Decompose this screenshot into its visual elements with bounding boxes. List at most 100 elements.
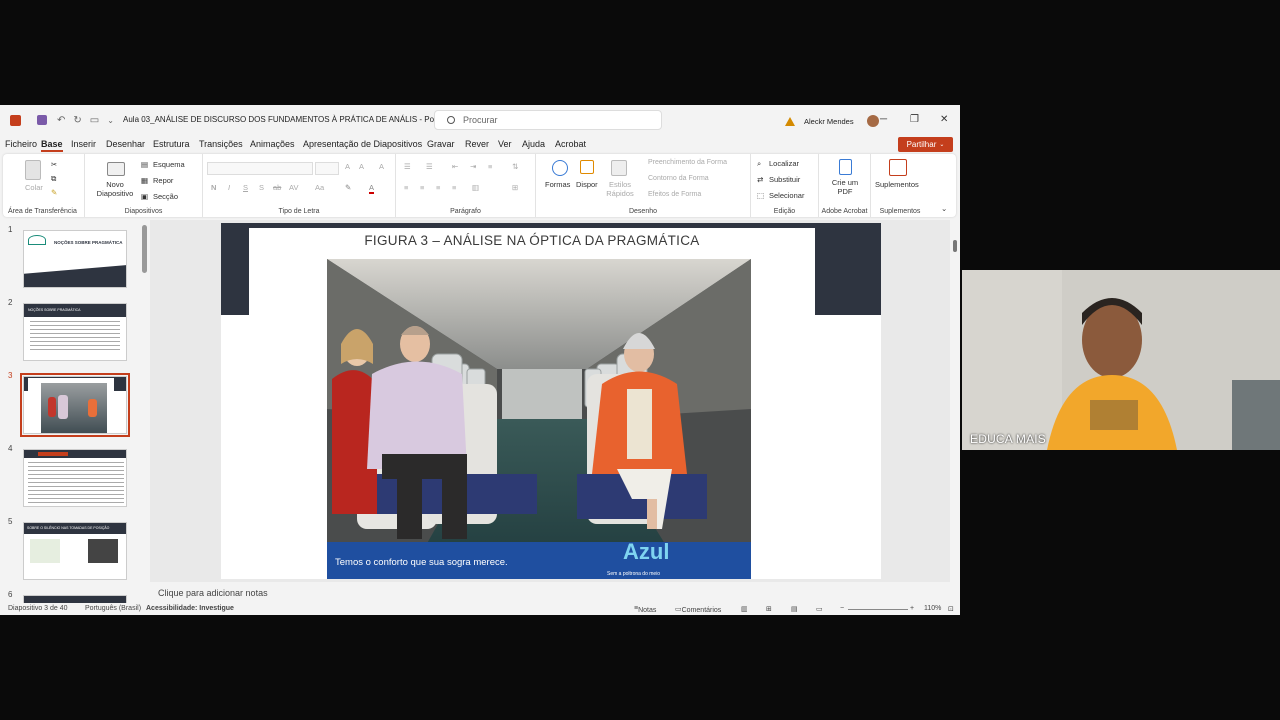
tab-ajuda[interactable]: Ajuda bbox=[522, 139, 545, 149]
search-input[interactable]: Procurar bbox=[434, 110, 662, 130]
zoom-slider[interactable] bbox=[848, 609, 908, 610]
shape-fill-button[interactable]: Preenchimento da Forma bbox=[648, 159, 727, 166]
notes-pane[interactable]: Clique para adicionar notas bbox=[150, 582, 950, 602]
close-button[interactable]: ✕ bbox=[940, 114, 948, 125]
replace-icon[interactable]: ⇄ bbox=[757, 175, 763, 184]
shrink-font-icon[interactable]: A bbox=[359, 162, 364, 171]
share-button[interactable]: Partilhar ⌄ bbox=[898, 137, 953, 152]
redo-icon[interactable]: ↻ bbox=[73, 115, 81, 126]
replace-button[interactable]: Substituir bbox=[769, 175, 800, 184]
grow-font-icon[interactable]: A bbox=[345, 162, 350, 171]
select-button[interactable]: Selecionar bbox=[769, 191, 804, 200]
pdf-icon[interactable] bbox=[839, 159, 852, 175]
shape-outline-button[interactable]: Contorno da Forma bbox=[648, 175, 709, 182]
slide-sorter-icon[interactable]: ⊞ bbox=[766, 605, 772, 613]
smartart-icon[interactable]: ⊞ bbox=[512, 183, 518, 192]
font-color-icon[interactable]: A bbox=[369, 183, 375, 194]
strikethrough-button[interactable]: ab bbox=[273, 183, 281, 192]
paste-button[interactable]: Colar bbox=[25, 183, 43, 192]
select-icon[interactable]: ⬚ bbox=[757, 191, 764, 200]
bullets-icon[interactable]: ☰ bbox=[404, 162, 411, 171]
tab-transicoes[interactable]: Transições bbox=[199, 139, 243, 149]
font-size-box[interactable] bbox=[315, 162, 339, 175]
slide-thumbnail-3[interactable] bbox=[20, 373, 130, 437]
quick-styles-button[interactable]: Estilos Rápidos bbox=[606, 180, 634, 198]
find-button[interactable]: Localizar bbox=[769, 159, 799, 168]
layout-icon[interactable]: ▤ bbox=[141, 160, 148, 169]
zoom-level[interactable]: 110% bbox=[924, 605, 941, 612]
save-icon[interactable] bbox=[37, 115, 47, 125]
fit-slide-icon[interactable]: ⊡ bbox=[948, 605, 954, 613]
increase-indent-icon[interactable]: ⇥ bbox=[470, 162, 476, 171]
find-icon[interactable]: ⌕ bbox=[757, 159, 761, 169]
tab-estrutura[interactable]: Estrutura bbox=[153, 139, 190, 149]
arrange-icon[interactable] bbox=[580, 160, 594, 174]
normal-view-icon[interactable]: ▥ bbox=[741, 605, 748, 613]
tab-ver[interactable]: Ver bbox=[498, 139, 512, 149]
tab-apresentacao[interactable]: Apresentação de Diapositivos bbox=[303, 139, 422, 149]
minimize-button[interactable]: ─ bbox=[880, 114, 887, 125]
justify-icon[interactable]: ≡ bbox=[452, 183, 456, 192]
font-name-box[interactable] bbox=[207, 162, 313, 175]
highlight-icon[interactable]: ✎ bbox=[345, 183, 351, 192]
copy-icon[interactable]: ⧉ bbox=[51, 174, 56, 184]
decrease-indent-icon[interactable]: ⇤ bbox=[452, 162, 458, 171]
collapse-ribbon-icon[interactable]: ⌄ bbox=[941, 204, 947, 213]
current-slide[interactable]: FIGURA 3 – ANÁLISE NA ÓPTICA DA PRAGMÁTI… bbox=[221, 223, 881, 579]
format-painter-icon[interactable]: ✎ bbox=[51, 188, 57, 197]
accessibility-status[interactable]: Acessibilidade: Investigue bbox=[146, 605, 234, 612]
notes-toggle[interactable]: ≡ Notas bbox=[634, 605, 656, 614]
text-direction-icon[interactable]: ⇅ bbox=[512, 162, 518, 171]
bold-button[interactable]: N bbox=[211, 183, 216, 192]
airplane-ad-image[interactable]: Temos o conforto que sua sogra merece. A… bbox=[327, 259, 751, 579]
columns-icon[interactable]: ▥ bbox=[472, 183, 479, 192]
create-pdf-button[interactable]: Crie um PDF bbox=[829, 178, 861, 196]
italic-button[interactable]: I bbox=[228, 183, 230, 192]
comments-toggle[interactable]: ▭ Comentários bbox=[675, 605, 721, 614]
thumbnails-scrollbar[interactable] bbox=[142, 225, 147, 273]
zoom-in-button[interactable]: + bbox=[910, 605, 914, 612]
slide-thumbnail-5[interactable]: SOBRE O SILÊNCIO NAS TOMADAS DE POSIÇÃO bbox=[23, 522, 127, 580]
new-slide-icon[interactable] bbox=[107, 162, 125, 176]
shapes-button[interactable]: Formas bbox=[545, 180, 570, 189]
tab-animacoes[interactable]: Animações bbox=[250, 139, 295, 149]
present-icon[interactable]: ▭ bbox=[90, 115, 99, 126]
zoom-out-button[interactable]: − bbox=[840, 605, 844, 612]
section-icon[interactable]: ▣ bbox=[141, 192, 148, 201]
tab-desenhar[interactable]: Desenhar bbox=[106, 139, 145, 149]
user-account[interactable]: Aleckr Mendes bbox=[785, 115, 879, 127]
customize-toolbar-icon[interactable]: ⌄ bbox=[107, 116, 114, 125]
slide-title[interactable]: FIGURA 3 – ANÁLISE NA ÓPTICA DA PRAGMÁTI… bbox=[249, 233, 815, 248]
shapes-icon[interactable] bbox=[552, 160, 568, 176]
section-button[interactable]: Secção bbox=[153, 192, 178, 201]
numbering-icon[interactable]: ☰ bbox=[426, 162, 433, 171]
align-right-icon[interactable]: ≡ bbox=[436, 183, 440, 192]
change-case-button[interactable]: Aa bbox=[315, 183, 324, 192]
align-center-icon[interactable]: ≡ bbox=[420, 183, 424, 192]
addins-icon[interactable] bbox=[889, 159, 907, 176]
addins-button[interactable]: Suplementos bbox=[875, 180, 919, 189]
slide-thumbnail-4[interactable] bbox=[23, 449, 127, 507]
tab-ficheiro[interactable]: Ficheiro bbox=[5, 139, 37, 149]
tab-acrobat[interactable]: Acrobat bbox=[555, 139, 586, 149]
paste-icon[interactable] bbox=[25, 160, 41, 180]
reset-icon[interactable]: ▦ bbox=[141, 176, 148, 185]
quick-styles-icon[interactable] bbox=[611, 160, 627, 176]
tab-inserir[interactable]: Inserir bbox=[71, 139, 96, 149]
layout-button[interactable]: Esquema bbox=[153, 160, 185, 169]
tab-base[interactable]: Base bbox=[41, 139, 63, 152]
shadow-button[interactable]: S bbox=[259, 183, 264, 192]
tab-rever[interactable]: Rever bbox=[465, 139, 489, 149]
clear-format-icon[interactable]: A bbox=[379, 162, 384, 171]
slide-thumbnail-2[interactable]: NOÇÕES SOBRE PRAGMÁTICA bbox=[23, 303, 127, 361]
canvas-scrollbar[interactable] bbox=[950, 220, 960, 582]
reset-button[interactable]: Repor bbox=[153, 176, 173, 185]
spacing-button[interactable]: AV bbox=[289, 183, 298, 192]
line-spacing-icon[interactable]: ≡ bbox=[488, 162, 492, 171]
restore-button[interactable]: ❐ bbox=[910, 114, 919, 125]
slideshow-icon[interactable]: ▭ bbox=[816, 605, 823, 613]
tab-gravar[interactable]: Gravar bbox=[427, 139, 455, 149]
language-status[interactable]: Português (Brasil) bbox=[85, 605, 141, 612]
reading-view-icon[interactable]: ▤ bbox=[791, 605, 798, 613]
new-slide-button[interactable]: Novo Diapositivo bbox=[95, 180, 135, 198]
